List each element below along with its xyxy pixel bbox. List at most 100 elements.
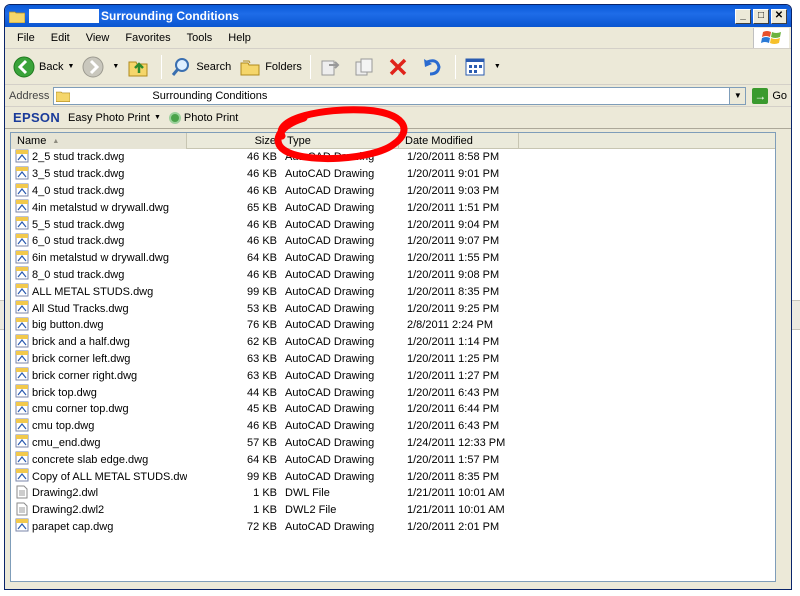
go-button[interactable]: → Go [752, 87, 787, 104]
file-size: 1 KB [253, 504, 277, 517]
column-name[interactable]: Name ▲ [11, 133, 187, 149]
column-size-label: Size [254, 135, 276, 147]
file-row[interactable]: 6_0 stud track.dwg 46 KB AutoCAD Drawing… [11, 233, 775, 250]
file-size: 57 KB [247, 436, 277, 449]
file-row[interactable]: cmu_end.dwg 57 KB AutoCAD Drawing 1/24/2… [11, 434, 775, 452]
views-button[interactable]: ▼ [460, 56, 505, 78]
file-type: AutoCAD Drawing [285, 386, 375, 399]
file-row[interactable]: brick corner right.dwg 63 KB AutoCAD Dra… [11, 367, 775, 384]
file-size: 64 KB [247, 453, 277, 466]
file-name: 4_0 stud track.dwg [32, 185, 125, 197]
file-name: 6_0 stud track.dwg [32, 235, 125, 248]
search-button[interactable]: Search [166, 56, 235, 78]
file-size: 46 KB [247, 151, 277, 164]
file-row[interactable]: brick and a half.dwg 62 KB AutoCAD Drawi… [11, 334, 775, 351]
file-row[interactable]: brick top.dwg 44 KB AutoCAD Drawing 1/20… [11, 384, 775, 401]
toolbar-separator [161, 54, 163, 79]
sort-ascending-icon: ▲ [52, 137, 60, 145]
file-type: AutoCAD Drawing [285, 285, 375, 298]
forward-button[interactable]: ▼ [78, 56, 123, 78]
column-type-label: Type [287, 135, 311, 147]
file-row[interactable]: All Stud Tracks.dwg 53 KB AutoCAD Drawin… [11, 300, 775, 317]
file-row[interactable]: 8_0 stud track.dwg 46 KB AutoCAD Drawing… [11, 266, 775, 284]
file-name-cell: All Stud Tracks.dwg [11, 300, 187, 317]
menu-tools[interactable]: Tools [179, 32, 221, 44]
file-name-cell: 6in metalstud w drywall.dwg [11, 250, 187, 267]
chevron-down-icon[interactable]: ▼ [494, 63, 501, 70]
file-name: cmu corner top.dwg [32, 403, 129, 416]
menu-favorites[interactable]: Favorites [117, 32, 178, 44]
file-date: 1/20/2011 6:43 PM [407, 386, 500, 399]
menu-edit[interactable]: Edit [43, 32, 78, 44]
easy-photo-print-button[interactable]: Easy Photo Print ▼ [68, 112, 161, 124]
folder-icon [9, 11, 25, 23]
title-bar[interactable]: Surrounding Conditions _ □ ✕ [5, 5, 791, 27]
dwg-file-icon [15, 418, 32, 435]
file-row[interactable]: 2_5 stud track.dwg 46 KB AutoCAD Drawing… [11, 149, 775, 166]
up-folder-button[interactable] [123, 56, 157, 78]
chevron-down-icon[interactable]: ▼ [154, 114, 161, 121]
folder-icon [56, 91, 71, 102]
file-name-cell: 6_0 stud track.dwg [11, 233, 187, 250]
address-dropdown-button[interactable]: ▼ [729, 87, 746, 104]
column-date-modified[interactable]: Date Modified [399, 133, 519, 149]
file-name: 4in metalstud w drywall.dwg [32, 201, 169, 214]
file-list[interactable]: Name ▲ Size Type Date Modified 2_5 stud … [10, 132, 776, 582]
file-row[interactable]: brick corner left.dwg 63 KB AutoCAD Draw… [11, 350, 775, 368]
file-date: 1/20/2011 6:44 PM [407, 403, 500, 416]
file-row[interactable]: Copy of ALL METAL STUDS.dwg 99 KB AutoCA… [11, 468, 775, 485]
file-row[interactable]: 6in metalstud w drywall.dwg 64 KB AutoCA… [11, 250, 775, 267]
address-input[interactable]: Surrounding Conditions ▼ [53, 86, 747, 105]
minimize-button[interactable]: _ [735, 8, 751, 24]
menu-view[interactable]: View [78, 32, 118, 44]
address-bar: Address Surrounding Conditions ▼ → Go [5, 85, 791, 107]
file-row[interactable]: 4in metalstud w drywall.dwg 65 KB AutoCA… [11, 199, 775, 216]
file-row[interactable]: 3_5 stud track.dwg 46 KB AutoCAD Drawing… [11, 166, 775, 183]
folders-button[interactable]: Folders [235, 56, 306, 78]
text-file-icon [15, 502, 32, 519]
file-row[interactable]: Drawing2.dwl 1 KB DWL File 1/21/2011 10:… [11, 485, 775, 502]
epson-toolbar: EPSON Easy Photo Print ▼ Photo Print [5, 107, 791, 129]
dwg-file-icon [15, 216, 32, 233]
file-row[interactable]: Drawing2.dwl2 1 KB DWL2 File 1/21/2011 1… [11, 502, 775, 519]
file-size: 99 KB [247, 470, 277, 483]
file-name: big button.dwg [32, 319, 104, 332]
file-row[interactable]: 4_0 stud track.dwg 46 KB AutoCAD Drawing… [11, 183, 775, 200]
file-row[interactable]: concrete slab edge.dwg 64 KB AutoCAD Dra… [11, 451, 775, 468]
file-rows: 2_5 stud track.dwg 46 KB AutoCAD Drawing… [11, 149, 775, 535]
file-date: 1/20/2011 6:43 PM [407, 420, 500, 433]
undo-button[interactable] [417, 56, 451, 78]
delete-button[interactable] [383, 56, 417, 78]
close-button[interactable]: ✕ [771, 8, 787, 24]
file-size: 46 KB [247, 268, 277, 281]
file-size: 45 KB [247, 403, 277, 416]
copy-to-button[interactable] [349, 56, 383, 78]
move-to-button[interactable] [315, 56, 349, 78]
go-label: Go [772, 89, 787, 102]
chevron-down-icon[interactable]: ▼ [112, 63, 119, 70]
file-row[interactable]: cmu corner top.dwg 45 KB AutoCAD Drawing… [11, 401, 775, 418]
file-row[interactable]: big button.dwg 76 KB AutoCAD Drawing 2/8… [11, 317, 775, 334]
dwg-file-icon [15, 401, 32, 418]
delete-x-icon [389, 58, 407, 75]
file-name: cmu_end.dwg [32, 436, 101, 449]
file-date: 1/20/2011 1:27 PM [407, 369, 500, 382]
file-type: AutoCAD Drawing [285, 420, 375, 433]
file-size: 72 KB [247, 520, 277, 533]
file-row[interactable]: ALL METAL STUDS.dwg 99 KB AutoCAD Drawin… [11, 283, 775, 300]
chevron-down-icon[interactable]: ▼ [67, 63, 74, 70]
file-date: 1/24/2011 12:33 PM [407, 436, 506, 449]
dwg-file-icon [15, 367, 32, 384]
file-row[interactable]: 5_5 stud track.dwg 46 KB AutoCAD Drawing… [11, 216, 775, 233]
redacted-region [29, 9, 99, 23]
back-button[interactable]: Back ▼ [9, 56, 78, 78]
column-type[interactable]: Type [281, 133, 399, 149]
file-row[interactable]: parapet cap.dwg 72 KB AutoCAD Drawing 1/… [11, 518, 775, 536]
column-size[interactable]: Size [187, 133, 281, 149]
maximize-button[interactable]: □ [753, 8, 769, 24]
photo-print-button[interactable]: Photo Print [168, 111, 238, 124]
file-date: 1/20/2011 8:35 PM [407, 285, 500, 298]
file-row[interactable]: cmu top.dwg 46 KB AutoCAD Drawing 1/20/2… [11, 418, 775, 435]
menu-help[interactable]: Help [220, 32, 259, 44]
menu-file[interactable]: File [9, 32, 43, 44]
